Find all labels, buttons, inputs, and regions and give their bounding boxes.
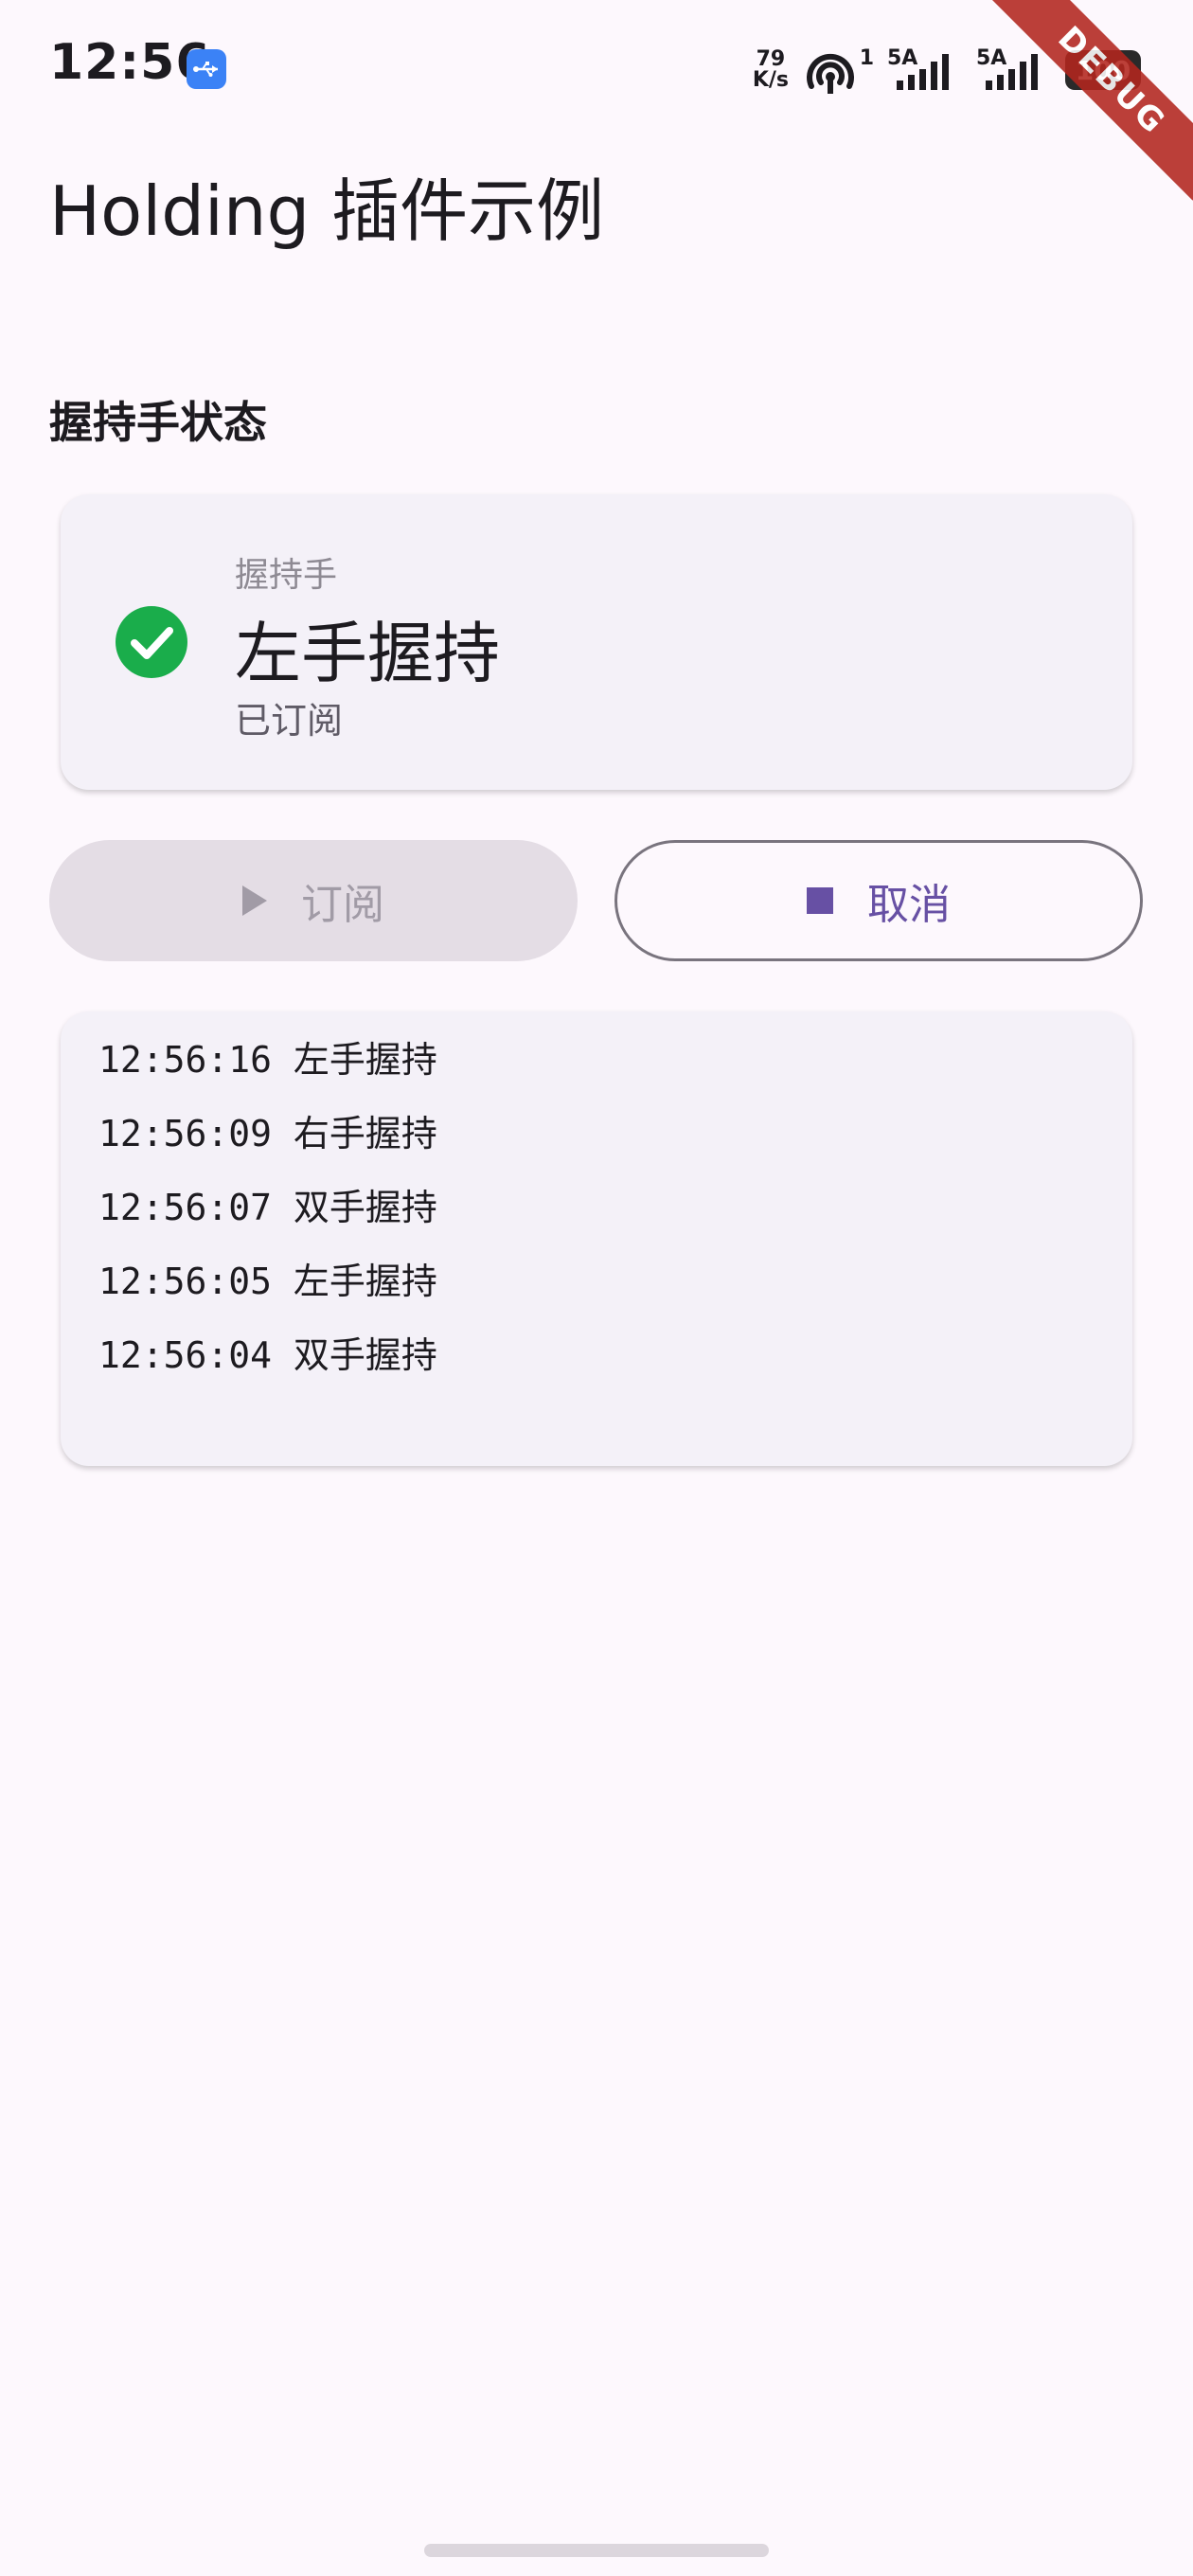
log-time: 12:56:07 — [98, 1187, 273, 1228]
log-item: 12:56:05 左手握持 — [98, 1244, 437, 1318]
play-icon — [242, 886, 267, 916]
cancel-button[interactable]: 取消 — [614, 840, 1143, 961]
holding-hand-label: 握持手 — [235, 556, 338, 595]
log-time: 12:56:09 — [98, 1113, 273, 1154]
log-text: 双手握持 — [293, 1187, 437, 1228]
log-item: 12:56:16 左手握持 — [98, 1023, 437, 1097]
log-time: 12:56:05 — [98, 1261, 273, 1302]
signal-sim1-icon: 5A — [887, 46, 963, 94]
network-speed-value: 79 — [756, 47, 786, 71]
event-log-card[interactable]: 12:56:16 左手握持 12:56:09 右手握持 12:56:07 双手握… — [61, 1011, 1132, 1466]
log-text: 双手握持 — [293, 1334, 437, 1376]
subscribe-button-label: 订阅 — [301, 881, 384, 929]
subscribe-button[interactable]: 订阅 — [49, 840, 578, 961]
hotspot-count: 1 — [859, 46, 874, 70]
hotspot-icon: 1 — [802, 46, 874, 94]
event-log-list: 12:56:16 左手握持 12:56:09 右手握持 12:56:07 双手握… — [98, 1023, 437, 1392]
check-circle-icon — [116, 606, 187, 678]
usb-icon — [187, 49, 226, 89]
log-text: 左手握持 — [293, 1261, 437, 1302]
subscription-status: 已订阅 — [235, 700, 344, 742]
app-bar-title: Holding 插件示例 — [49, 171, 605, 251]
holding-status-card: 握持手 左手握持 已订阅 — [61, 494, 1132, 790]
network-speed-unit: K/s — [752, 68, 789, 92]
log-time: 12:56:04 — [98, 1334, 273, 1376]
signal-sim2-icon: 5A — [976, 46, 1052, 94]
cancel-button-label: 取消 — [867, 881, 951, 929]
network-speed: 79 K/s — [753, 49, 789, 91]
log-text: 左手握持 — [293, 1039, 437, 1081]
log-item: 12:56:09 右手握持 — [98, 1097, 437, 1171]
stop-icon — [807, 887, 833, 914]
log-time: 12:56:16 — [98, 1039, 273, 1081]
log-item: 12:56:04 双手握持 — [98, 1318, 437, 1392]
holding-hand-value: 左手握持 — [235, 615, 500, 692]
log-text: 右手握持 — [293, 1113, 437, 1154]
home-indicator[interactable] — [424, 2544, 769, 2557]
section-title: 握持手状态 — [49, 397, 267, 448]
log-item: 12:56:07 双手握持 — [98, 1171, 437, 1244]
